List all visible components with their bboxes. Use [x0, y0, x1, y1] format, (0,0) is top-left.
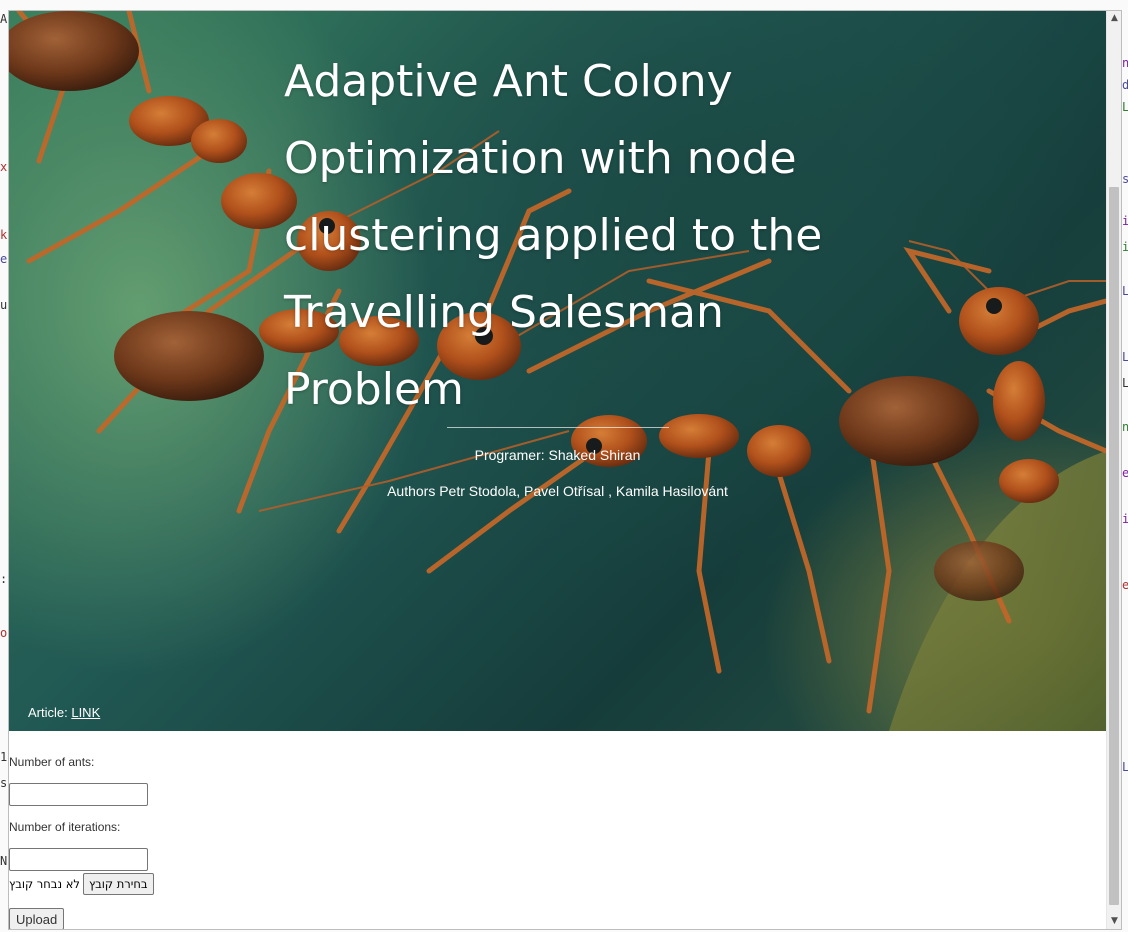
- bg-fragment: L: [1122, 760, 1128, 774]
- bg-fragment: x: [0, 160, 8, 174]
- scroll-up-icon[interactable]: ▲: [1107, 11, 1121, 26]
- bg-fragment: s: [0, 776, 8, 790]
- scroll-thumb[interactable]: [1109, 187, 1119, 905]
- authors-credit: Authors Petr Stodola, Pavel Otřísal , Ka…: [387, 483, 728, 499]
- bg-fragment: L: [1122, 284, 1128, 298]
- ants-input[interactable]: [9, 783, 148, 806]
- ants-label: Number of ants:: [9, 755, 95, 769]
- bg-fragment: k: [0, 228, 8, 242]
- file-picker: בחירת קובץ לא נבחר קובץ: [9, 873, 154, 895]
- bg-fragment: i: [1122, 214, 1128, 228]
- bg-fragment: L: [1122, 350, 1128, 364]
- bg-fragment: i: [1122, 512, 1128, 526]
- scroll-down-icon[interactable]: ▼: [1107, 914, 1121, 929]
- bg-fragment: e: [1122, 578, 1128, 592]
- bg-fragment: e: [1122, 466, 1128, 480]
- article-label: Article:: [28, 705, 72, 720]
- bg-fragment: A: [0, 12, 8, 26]
- bg-fragment: n: [1122, 56, 1128, 70]
- iterations-input[interactable]: [9, 848, 148, 871]
- aco-parameters-form: Number of ants: Number of iterations: בח…: [9, 731, 1106, 929]
- bg-fragment: n: [1122, 420, 1128, 434]
- popup-window: Adaptive Ant Colony Optimization with no…: [8, 10, 1122, 930]
- bg-fragment: u: [0, 298, 8, 312]
- page-title: Adaptive Ant Colony Optimization with no…: [284, 56, 823, 415]
- upload-button[interactable]: Upload: [9, 908, 65, 929]
- bg-fragment: L: [1122, 376, 1128, 390]
- article-line: Article: LINK: [28, 705, 100, 720]
- bg-fragment: i: [1122, 240, 1128, 254]
- article-link[interactable]: LINK: [71, 705, 100, 720]
- title-divider: [447, 427, 669, 428]
- bg-fragment: L: [1122, 100, 1128, 114]
- iterations-label: Number of iterations:: [9, 820, 121, 834]
- bg-fragment: 1: [0, 750, 8, 764]
- bg-fragment: e: [0, 252, 8, 266]
- hero-content: Adaptive Ant Colony Optimization with no…: [9, 11, 1106, 731]
- file-status: לא נבחר קובץ: [9, 877, 80, 891]
- choose-file-button[interactable]: בחירת קובץ: [82, 873, 154, 895]
- hero-banner: Adaptive Ant Colony Optimization with no…: [9, 11, 1106, 731]
- programmer-credit: Programer: Shaked Shiran: [474, 447, 641, 463]
- bg-fragment: o: [0, 626, 8, 640]
- bg-fragment: s: [1122, 172, 1128, 186]
- page-viewport: Adaptive Ant Colony Optimization with no…: [9, 11, 1106, 929]
- bg-fragment: d: [1122, 78, 1128, 92]
- vertical-scrollbar[interactable]: ▲ ▼: [1106, 11, 1121, 929]
- bg-fragment: N: [0, 854, 8, 868]
